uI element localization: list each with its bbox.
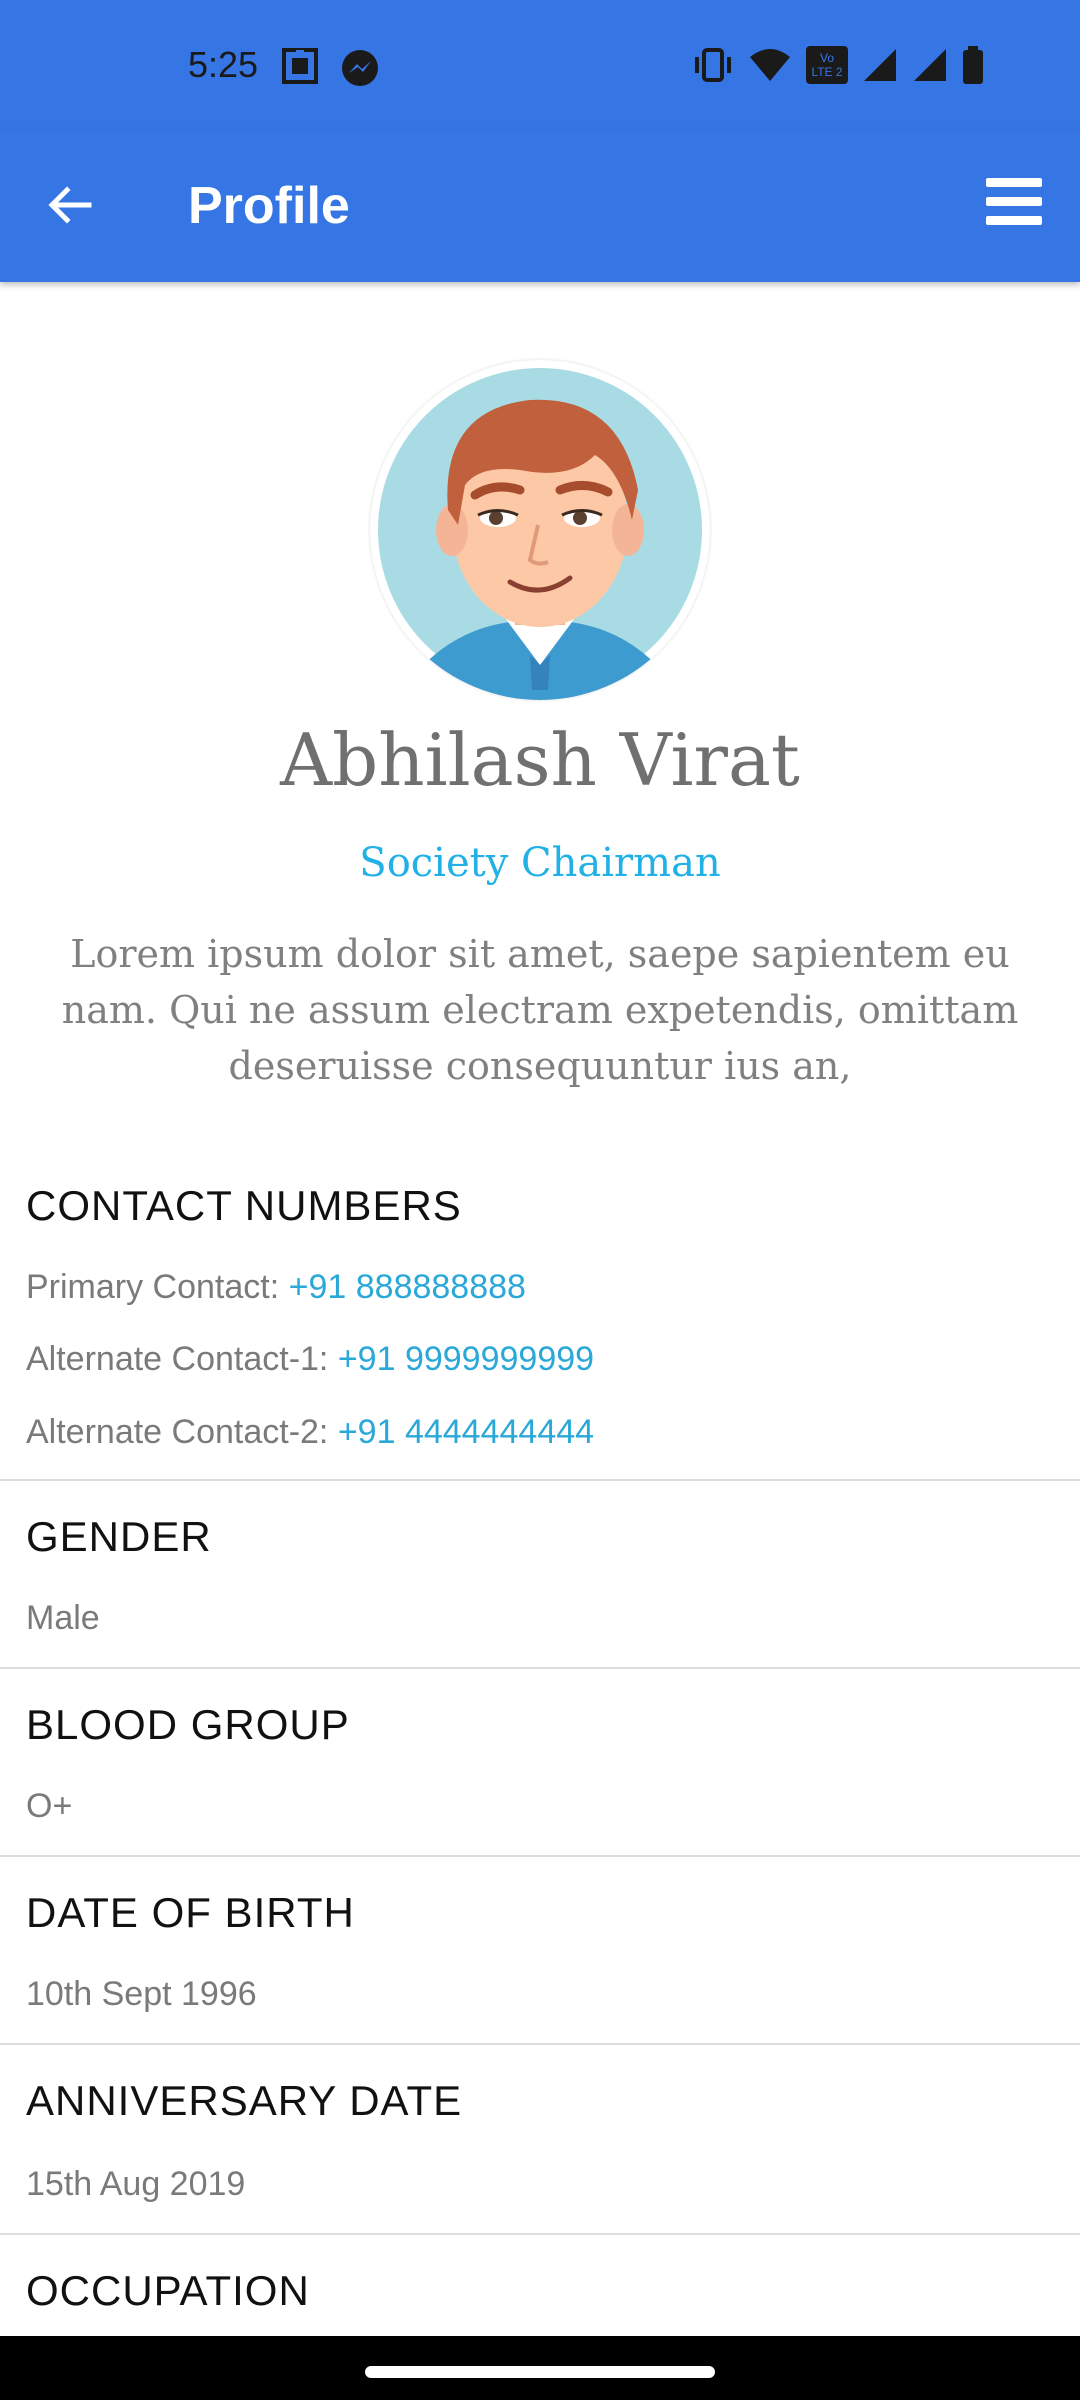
signal-icon [864, 49, 896, 81]
profile-name: Abhilash Virat [280, 718, 800, 802]
primary-contact-label: Primary Contact: [26, 1268, 289, 1306]
status-left-icons [282, 48, 380, 88]
alternate-contact-1-label: Alternate Contact-1: [26, 1340, 338, 1378]
primary-contact-link[interactable]: +91 888888888 [289, 1268, 526, 1306]
hamburger-menu-icon [986, 178, 1042, 225]
blood-group-section: BLOOD GROUP O+ [0, 1669, 1080, 1855]
page-title: Profile [188, 177, 350, 235]
signal-icon-2 [914, 49, 946, 81]
anniversary-title: ANNIVERSARY DATE [26, 2077, 463, 2124]
status-time: 5:25 [188, 44, 259, 85]
contact-section: CONTACT NUMBERS Primary Contact: +91 888… [0, 1170, 1080, 1480]
occupation-section: OCCUPATION [0, 2235, 1080, 2335]
volte-label-bottom: LTE 2 [811, 65, 843, 79]
back-button[interactable] [36, 172, 102, 238]
alternate-contact-2-row: Alternate Contact-2: +91 4444444444 [26, 1413, 594, 1452]
avatar-illustration-icon [378, 368, 702, 700]
menu-button[interactable] [984, 176, 1050, 236]
battery-icon [963, 46, 983, 84]
gender-title: GENDER [26, 1513, 212, 1560]
contact-title: CONTACT NUMBERS [26, 1182, 462, 1229]
screenshot-icon [282, 48, 318, 84]
anniversary-value: 15th Aug 2019 [26, 2165, 246, 2203]
gender-value: Male [26, 1599, 100, 1637]
volte-badge: Vo LTE 2 [806, 46, 848, 84]
status-right-icons: Vo LTE 2 [692, 46, 984, 84]
app-bar: Profile [0, 130, 1080, 282]
avatar[interactable] [370, 360, 710, 700]
profile-role: Society Chairman [359, 840, 721, 886]
messenger-icon [342, 50, 378, 86]
blood-group-value: O+ [26, 1787, 73, 1825]
alternate-contact-2-link[interactable]: +91 4444444444 [338, 1413, 594, 1451]
occupation-title: OCCUPATION [26, 2267, 310, 2314]
vibrate-icon [695, 48, 731, 82]
primary-contact-row: Primary Contact: +91 888888888 [26, 1268, 526, 1307]
volte-label-top: Vo [819, 51, 834, 65]
status-bar: 5:25 Vo LTE 2 [0, 0, 1080, 130]
anniversary-section: ANNIVERSARY DATE 15th Aug 2019 [0, 2045, 1080, 2233]
home-gesture-handle[interactable] [365, 2366, 715, 2378]
date-of-birth-section: DATE OF BIRTH 10th Sept 1996 [0, 1857, 1080, 2043]
profile-bio: Lorem ipsum dolor sit amet, saepe sapien… [61, 932, 1019, 1088]
gender-section: GENDER Male [0, 1481, 1080, 1667]
alternate-contact-1-row: Alternate Contact-1: +91 9999999999 [26, 1340, 594, 1379]
arrow-left-icon [48, 186, 92, 224]
date-of-birth-value: 10th Sept 1996 [26, 1975, 257, 2013]
alternate-contact-1-link[interactable]: +91 9999999999 [338, 1340, 594, 1378]
wifi-icon [750, 49, 790, 81]
alternate-contact-2-label: Alternate Contact-2: [26, 1413, 338, 1451]
date-of-birth-title: DATE OF BIRTH [26, 1889, 355, 1936]
blood-group-title: BLOOD GROUP [26, 1701, 350, 1748]
